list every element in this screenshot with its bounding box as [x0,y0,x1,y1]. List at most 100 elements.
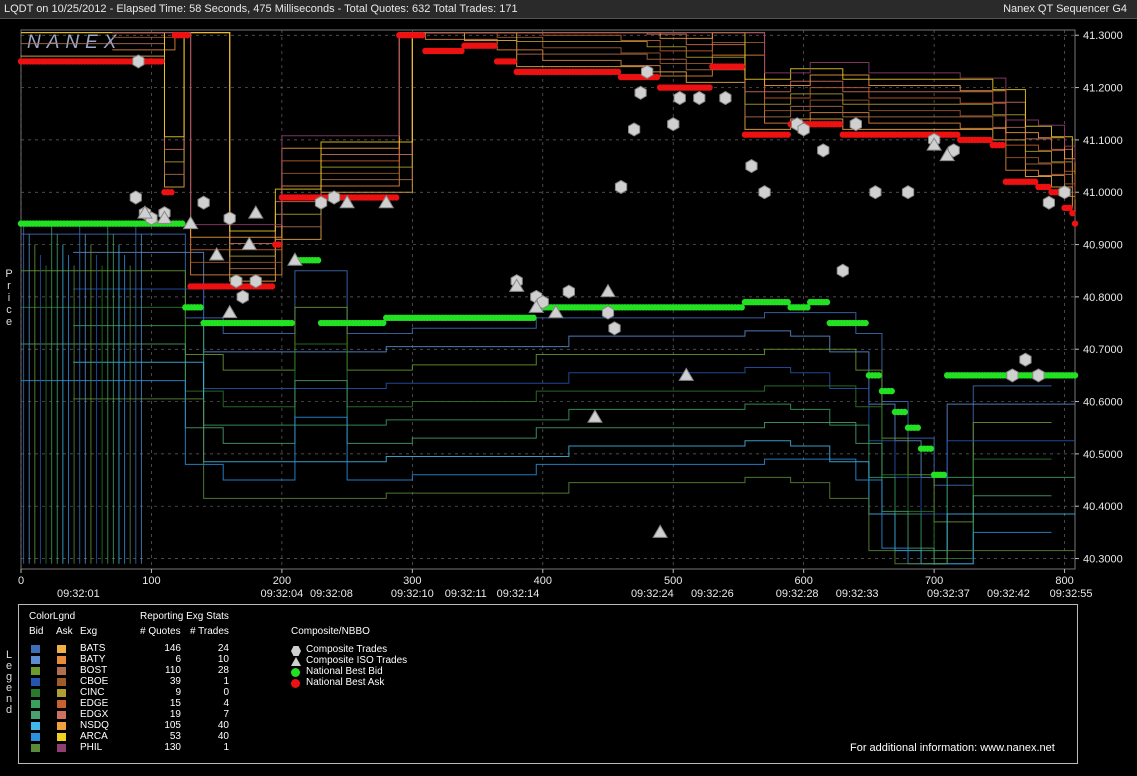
exchange-trade-count: 0 [223,687,229,698]
nanex-logo: NANEX [27,32,122,53]
title-bar: LQDT on 10/25/2012 - Elapsed Time: 58 Se… [0,0,1137,19]
ask-color-swatch [57,667,66,675]
national-best-ask-point [1071,220,1079,227]
composite-trade-point [797,122,810,137]
x-tick-label: 300 [403,575,421,587]
x-tick-label: 0 [18,575,24,587]
composite-trade-point [327,190,341,205]
ask-color-swatch [57,711,66,719]
exchange-name: CBOE [80,676,109,687]
exchange-name: EDGX [80,709,109,720]
circle-icon [291,679,300,688]
time-label: 09:32:14 [497,588,540,600]
exchange-trade-count: 10 [217,654,229,665]
y-tick-label: 41.0000 [1083,187,1123,199]
time-label: 09:32:26 [691,588,734,600]
exchange-name: BATY [80,654,106,665]
triangle-icon [291,657,301,666]
bid-color-swatch [31,645,40,653]
y-tick-label: 40.4000 [1083,501,1123,513]
exchange-quote-count: 110 [165,665,181,676]
composite-trade-point [1032,368,1045,383]
composite-trade-point [314,195,328,210]
price-chart[interactable]: 41.3000 41.2000 41.1000 41.0000 40.9000 40.80… [0,18,1137,603]
national-best-ask-point [418,32,426,39]
ask-color-swatch [57,656,66,664]
exchange-trade-count: 1 [223,676,229,687]
bid-color-swatch [31,667,40,675]
y-tick-label: 40.6000 [1083,397,1123,409]
composite-trade-point [230,274,243,289]
time-label: 09:32:33 [836,588,879,600]
composite-trade-point [132,54,145,69]
composite-trade-point [849,117,862,132]
legend-side-label: Legend [5,649,13,716]
y-tick-label: 41.3000 [1083,30,1123,42]
composite-trade-point [614,179,628,195]
exchange-name: BOST [80,665,108,676]
national-best-bid-point [875,372,882,379]
x-tick-label: 100 [142,575,160,587]
national-best-ask-point [510,58,518,65]
ask-color-swatch [57,645,66,653]
ask-color-swatch [57,733,66,741]
bid-color-swatch [31,656,40,664]
national-best-bid-point [314,257,322,264]
footer-link[interactable]: For additional information: www.nanex.ne… [850,742,1055,754]
national-best-bid-point [823,298,831,306]
national-best-ask-point [268,283,276,290]
national-best-bid-point [862,319,869,327]
national-best-bid-point [940,471,948,479]
exchange-quote-count: 6 [175,654,181,665]
time-label: 09:32:28 [776,588,819,600]
composite-trade-point [758,185,771,200]
national-best-ask-point [158,58,165,65]
chart-header-left: LQDT on 10/25/2012 - Elapsed Time: 58 Se… [4,3,518,15]
exchange-name: EDGE [80,698,109,709]
composite-trade-point [236,289,249,304]
ask-color-swatch [57,689,66,697]
circle-icon [291,668,300,677]
y-tick-label: 40.8000 [1083,292,1123,304]
time-label: 09:32:55 [1050,588,1093,600]
composite-trade-point [1042,195,1055,210]
time-label: 09:32:37 [927,588,970,600]
exchange-trade-count: 1 [223,742,229,753]
ask-color-swatch [57,678,66,686]
exchange-name: ARCA [80,731,108,742]
national-best-bid-point [901,408,908,416]
exchange-trade-count: 40 [217,731,229,742]
time-label: 09:32:24 [631,588,674,600]
bid-color-swatch [31,722,40,730]
composite-trade-point [641,64,654,79]
ask-color-swatch [57,722,66,730]
composite-trade-point [634,85,647,100]
col-quotes-header: # Quotes [140,626,181,637]
composite-trade-point [869,185,882,200]
composite-trade-point [667,117,680,132]
exchange-trade-count: 40 [217,720,229,731]
composite-trade-point [1019,352,1032,367]
national-best-ask-point [490,42,498,49]
exchange-quote-count: 130 [164,742,181,753]
x-tick-label: 800 [1055,575,1073,587]
exchange-name: NSDQ [80,720,109,731]
national-best-ask-point [706,84,713,91]
col-bid-header: Bid [29,626,44,637]
exchange-quote-count: 15 [169,698,181,709]
national-best-bid-point [927,445,935,452]
time-label: 09:32:08 [310,588,353,600]
national-best-bid-point [888,387,895,395]
col-exg-header: Exg [80,626,98,637]
exchange-name: CINC [80,687,105,698]
national-best-bid-point [1071,372,1079,379]
national-best-ask-point [836,120,844,128]
y-tick-label: 40.5000 [1083,449,1123,461]
composite-legend-label: Composite Trades [306,644,388,655]
composite-trade-point [745,159,758,174]
exchange-quote-count: 19 [169,709,181,720]
time-label: 09:32:42 [987,588,1030,600]
exchange-quote-count: 39 [169,676,181,687]
composite-legend-label: National Best Ask [306,677,385,688]
exchange-trade-count: 24 [217,643,229,654]
